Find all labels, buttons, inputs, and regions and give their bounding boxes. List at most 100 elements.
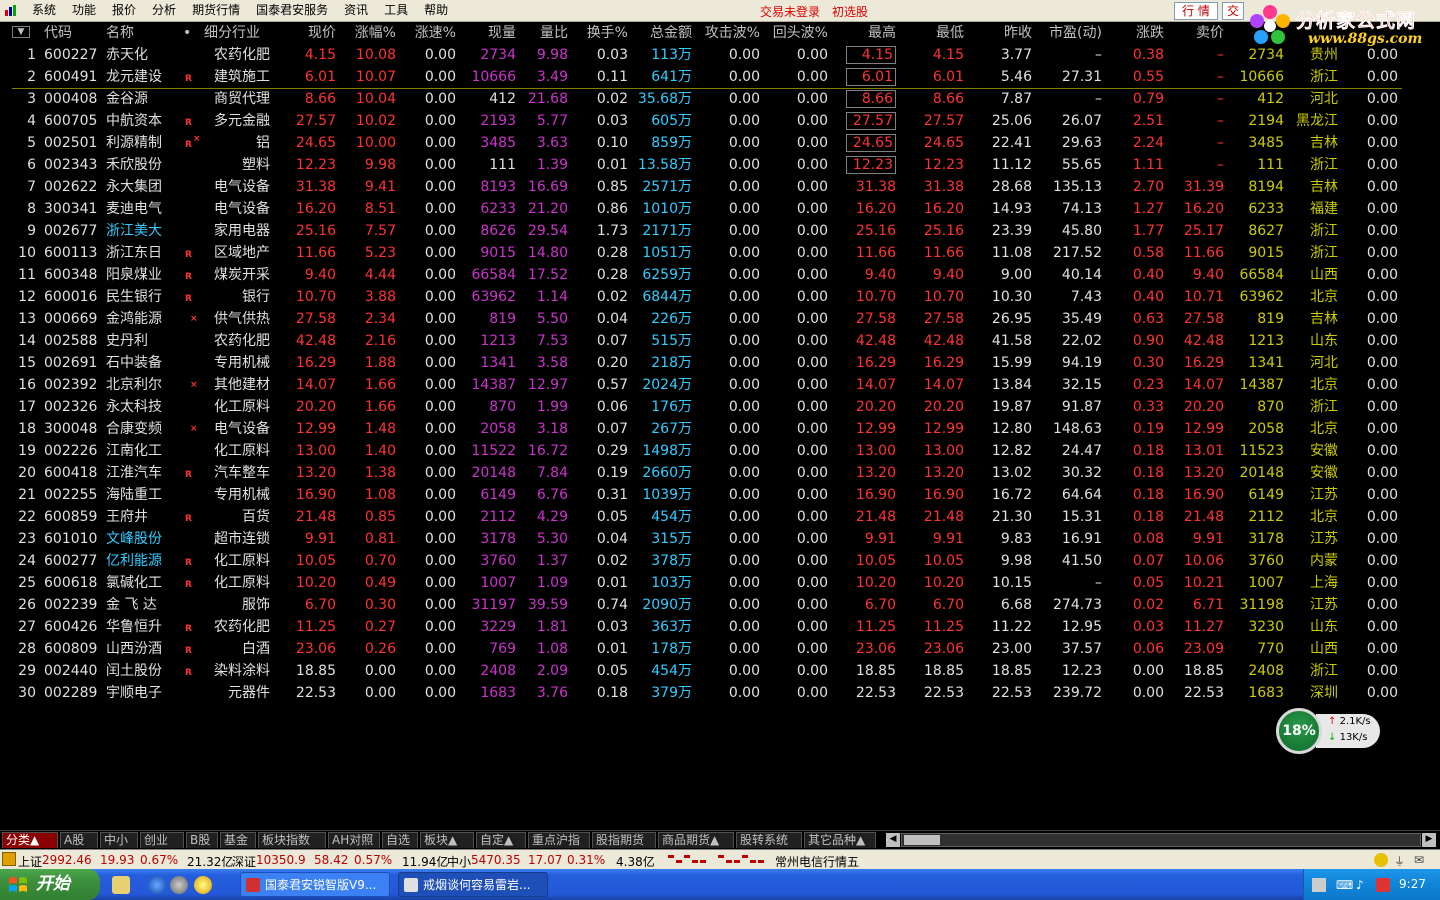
header-total-amount[interactable]: 总金额: [634, 24, 692, 42]
volume-icon[interactable]: ♪: [1356, 878, 1370, 892]
tab-11[interactable]: 重点沪指: [528, 832, 590, 848]
header-volume-ratio[interactable]: 量比: [522, 24, 568, 42]
tab-14[interactable]: 股转系统: [736, 832, 802, 848]
tab-4[interactable]: B股: [186, 832, 218, 848]
header-prev-close[interactable]: 昨收: [976, 24, 1032, 42]
tab-6[interactable]: 板块指数: [258, 832, 326, 848]
table-row[interactable]: 30 002289 宇顺电子 元器件 22.53 0.00 0.00 1683 3.76 0.18…: [0, 682, 1440, 704]
start-button[interactable]: 开始: [0, 869, 100, 900]
taskbar-task-browser[interactable]: 戒烟谈何容易雷岩...: [398, 872, 548, 897]
tab-7[interactable]: AH对照: [328, 832, 380, 848]
tab-8[interactable]: 自选: [382, 832, 418, 848]
table-row[interactable]: 23 601010 文峰股份 超市连锁 9.91 0.81 0.00 3178 5.30 0.04…: [0, 528, 1440, 550]
table-row[interactable]: 15 002691 石中装备 专用机械 16.29 1.88 0.00 1341 3.58 0.2…: [0, 352, 1440, 374]
menu-item-5[interactable]: 国泰君安服务: [248, 2, 336, 19]
initial-pick-link[interactable]: 初选股: [832, 3, 868, 20]
table-row[interactable]: 19 002226 江南化工 化工原料 13.00 1.40 0.00 11522 16.72 0…: [0, 440, 1440, 462]
trade-button[interactable]: 交易: [1222, 2, 1244, 20]
table-row[interactable]: 14 002588 史丹利 农药化肥 42.48 2.16 0.00 1213 7.53 0.07…: [0, 330, 1440, 352]
table-row[interactable]: 26 002239 金 飞 达 服饰 6.70 0.30 0.00 31197 39.59 0.7…: [0, 594, 1440, 616]
header-speed-pct[interactable]: 涨速%: [402, 24, 456, 42]
scrollbar-thumb[interactable]: [904, 835, 940, 845]
mail-icon[interactable]: ✉: [1414, 853, 1428, 867]
header-industry[interactable]: 细分行业: [204, 24, 276, 42]
tab-5[interactable]: 基金: [220, 832, 256, 848]
security-shield-icon[interactable]: [1376, 878, 1390, 892]
menu-item-6[interactable]: 资讯: [336, 2, 376, 19]
table-row[interactable]: 27 600426 华鲁恒升 R 农药化肥 11.25 0.27 0.00 3229 1.81 0.…: [0, 616, 1440, 638]
tab-12[interactable]: 股指期货: [592, 832, 656, 848]
table-row[interactable]: 13 000669 金鸿能源 × 供气供热 27.58 2.34 0.00 819 5.50 0.0…: [0, 308, 1440, 330]
trade-login-status[interactable]: 交易未登录: [760, 3, 820, 20]
header-turnover-pct[interactable]: 换手%: [574, 24, 628, 42]
network-speed-widget[interactable]: ↑ 2.1K/s ↓ 13K/s 18%: [1276, 708, 1382, 754]
menu-item-3[interactable]: 分析: [144, 2, 184, 19]
table-row[interactable]: 9 002677 浙江美大 家用电器 25.16 7.57 0.00 8626 29.54 1.7…: [0, 220, 1440, 242]
table-row[interactable]: 24 600277 亿利能源 R 化工原料 10.05 0.70 0.00 3760 1.37 0.…: [0, 550, 1440, 572]
cell-turnover-pct: 0.11: [596, 69, 628, 85]
media-icon[interactable]: [170, 876, 188, 894]
scroll-left-icon[interactable]: ◀: [886, 833, 900, 847]
table-row[interactable]: 29 002440 闰土股份 R 染料涂料 18.85 0.00 0.00 2408 2.09 0.…: [0, 660, 1440, 682]
ie-browser-icon[interactable]: [148, 876, 166, 894]
header-pe-dynamic[interactable]: 市盈(动): [1040, 24, 1102, 42]
table-row[interactable]: 5 002501 利源精制 R × 铝 24.65 10.00 0.00 3485 3.63 0.10…: [0, 132, 1440, 154]
menu-item-1[interactable]: 功能: [64, 2, 104, 19]
table-row[interactable]: 2 600491 龙元建设 R 建筑施工 6.01 10.07 0.00 10666 3.49 0.…: [0, 66, 1440, 88]
table-row[interactable]: 10 600113 浙江东日 R 区域地产 11.66 5.23 0.00 9015 14.80 0…: [0, 242, 1440, 264]
menu-item-0[interactable]: 系统: [24, 2, 64, 19]
table-row[interactable]: 8 300341 麦迪电气 电气设备 16.20 8.51 0.00 6233 21.20 0.8…: [0, 198, 1440, 220]
header-low[interactable]: 最低: [906, 24, 964, 42]
menu-item-7[interactable]: 工具: [376, 2, 416, 19]
tab-2[interactable]: 中小: [100, 832, 138, 848]
table-row[interactable]: 3 000408 金谷源 商贸代理 8.66 10.04 0.00 412 21.68 0.02 3…: [0, 88, 1440, 110]
table-row[interactable]: 20 600418 江淮汽车 R 汽车整车 13.20 1.38 0.00 20148 7.84 0…: [0, 462, 1440, 484]
cell-change-pct: 1.88: [364, 355, 396, 371]
horizontal-scrollbar[interactable]: [901, 833, 1421, 847]
tab-0[interactable]: 分类▲: [2, 832, 58, 848]
menu-item-8[interactable]: 帮助: [416, 2, 456, 19]
network-tray-icon[interactable]: ⌨: [1336, 878, 1353, 892]
header-margin-flag[interactable]: •: [183, 24, 197, 42]
taskbar-task-gtja[interactable]: 国泰君安锐智版V9...: [240, 872, 390, 897]
qq-icon[interactable]: [194, 876, 212, 894]
tab-15[interactable]: 其它品种▲: [804, 832, 876, 848]
tab-10[interactable]: 自定▲: [476, 832, 526, 848]
tab-1[interactable]: A股: [60, 832, 98, 848]
quotes-button[interactable]: 行 情: [1174, 2, 1218, 20]
header-attack-wave[interactable]: 攻击波%: [702, 24, 760, 42]
taskbar-clock[interactable]: 9:27: [1399, 877, 1426, 891]
table-row[interactable]: 16 002392 北京利尔 × 其他建材 14.07 1.66 0.00 14387 12.97…: [0, 374, 1440, 396]
table-row[interactable]: 21 002255 海陆重工 专用机械 16.90 1.08 0.00 6149 6.76 0.3…: [0, 484, 1440, 506]
menu-item-2[interactable]: 报价: [104, 2, 144, 19]
cell-industry: 多元金融: [214, 113, 270, 129]
table-row[interactable]: 25 600618 氯碱化工 R 化工原料 10.20 0.49 0.00 1007 1.09 0.…: [0, 572, 1440, 594]
table-row[interactable]: 22 600859 王府井 R 百货 21.48 0.85 0.00 2112 4.29 0.05 4…: [0, 506, 1440, 528]
table-row[interactable]: 18 300048 合康变频 × 电气设备 12.99 1.48 0.00 2058 3.18 0.…: [0, 418, 1440, 440]
table-row[interactable]: 7 002622 永大集团 电气设备 31.38 9.41 0.00 8193 16.69 0.8…: [0, 176, 1440, 198]
header-stock-code[interactable]: 代码: [44, 24, 96, 42]
table-row[interactable]: 11 600348 阳泉煤业 R 煤炭开采 9.40 4.44 0.00 66584 17.52 0…: [0, 264, 1440, 286]
header-price[interactable]: 现价: [282, 24, 336, 42]
header-change[interactable]: 涨跌: [1110, 24, 1164, 42]
header-high[interactable]: 最高: [846, 24, 896, 42]
tab-13[interactable]: 商品期货▲: [658, 832, 734, 848]
table-row[interactable]: 4 600705 中航资本 R 多元金融 27.57 10.02 0.00 2193 5.77 0.…: [0, 110, 1440, 132]
tab-9[interactable]: 板块▲: [420, 832, 474, 848]
header-ask-price[interactable]: 卖价: [1170, 24, 1224, 42]
table-row[interactable]: 6 002343 禾欣股份 塑料 12.23 9.98 0.00 111 1.39 0.01 13.…: [0, 154, 1440, 176]
table-row[interactable]: 1 600227 赤天化 农药化肥 4.15 10.08 0.00 2734 9.98 0.03 1…: [0, 44, 1440, 66]
table-row[interactable]: 12 600016 民生银行 R 银行 10.70 3.88 0.00 63962 1.14 0.0…: [0, 286, 1440, 308]
tab-3[interactable]: 创业: [140, 832, 184, 848]
quicklaunch-app-icon[interactable]: [112, 876, 130, 894]
table-row[interactable]: 17 002326 永太科技 化工原料 20.20 1.66 0.00 870 1.99 0.06…: [0, 396, 1440, 418]
keyboard-icon[interactable]: [1312, 878, 1326, 892]
header-stock-name[interactable]: 名称: [106, 24, 176, 42]
scroll-right-icon[interactable]: ▶: [1422, 833, 1436, 847]
sort-dropdown-icon[interactable]: ▼: [12, 26, 30, 38]
header-current-volume[interactable]: 现量: [458, 24, 516, 42]
header-change-pct[interactable]: 涨幅%: [342, 24, 396, 42]
header-return-wave[interactable]: 回头波%: [770, 24, 828, 42]
table-row[interactable]: 28 600809 山西汾酒 R 白酒 23.06 0.26 0.00 769 1.08 0.01 1…: [0, 638, 1440, 660]
menu-item-4[interactable]: 期货行情: [184, 2, 248, 19]
